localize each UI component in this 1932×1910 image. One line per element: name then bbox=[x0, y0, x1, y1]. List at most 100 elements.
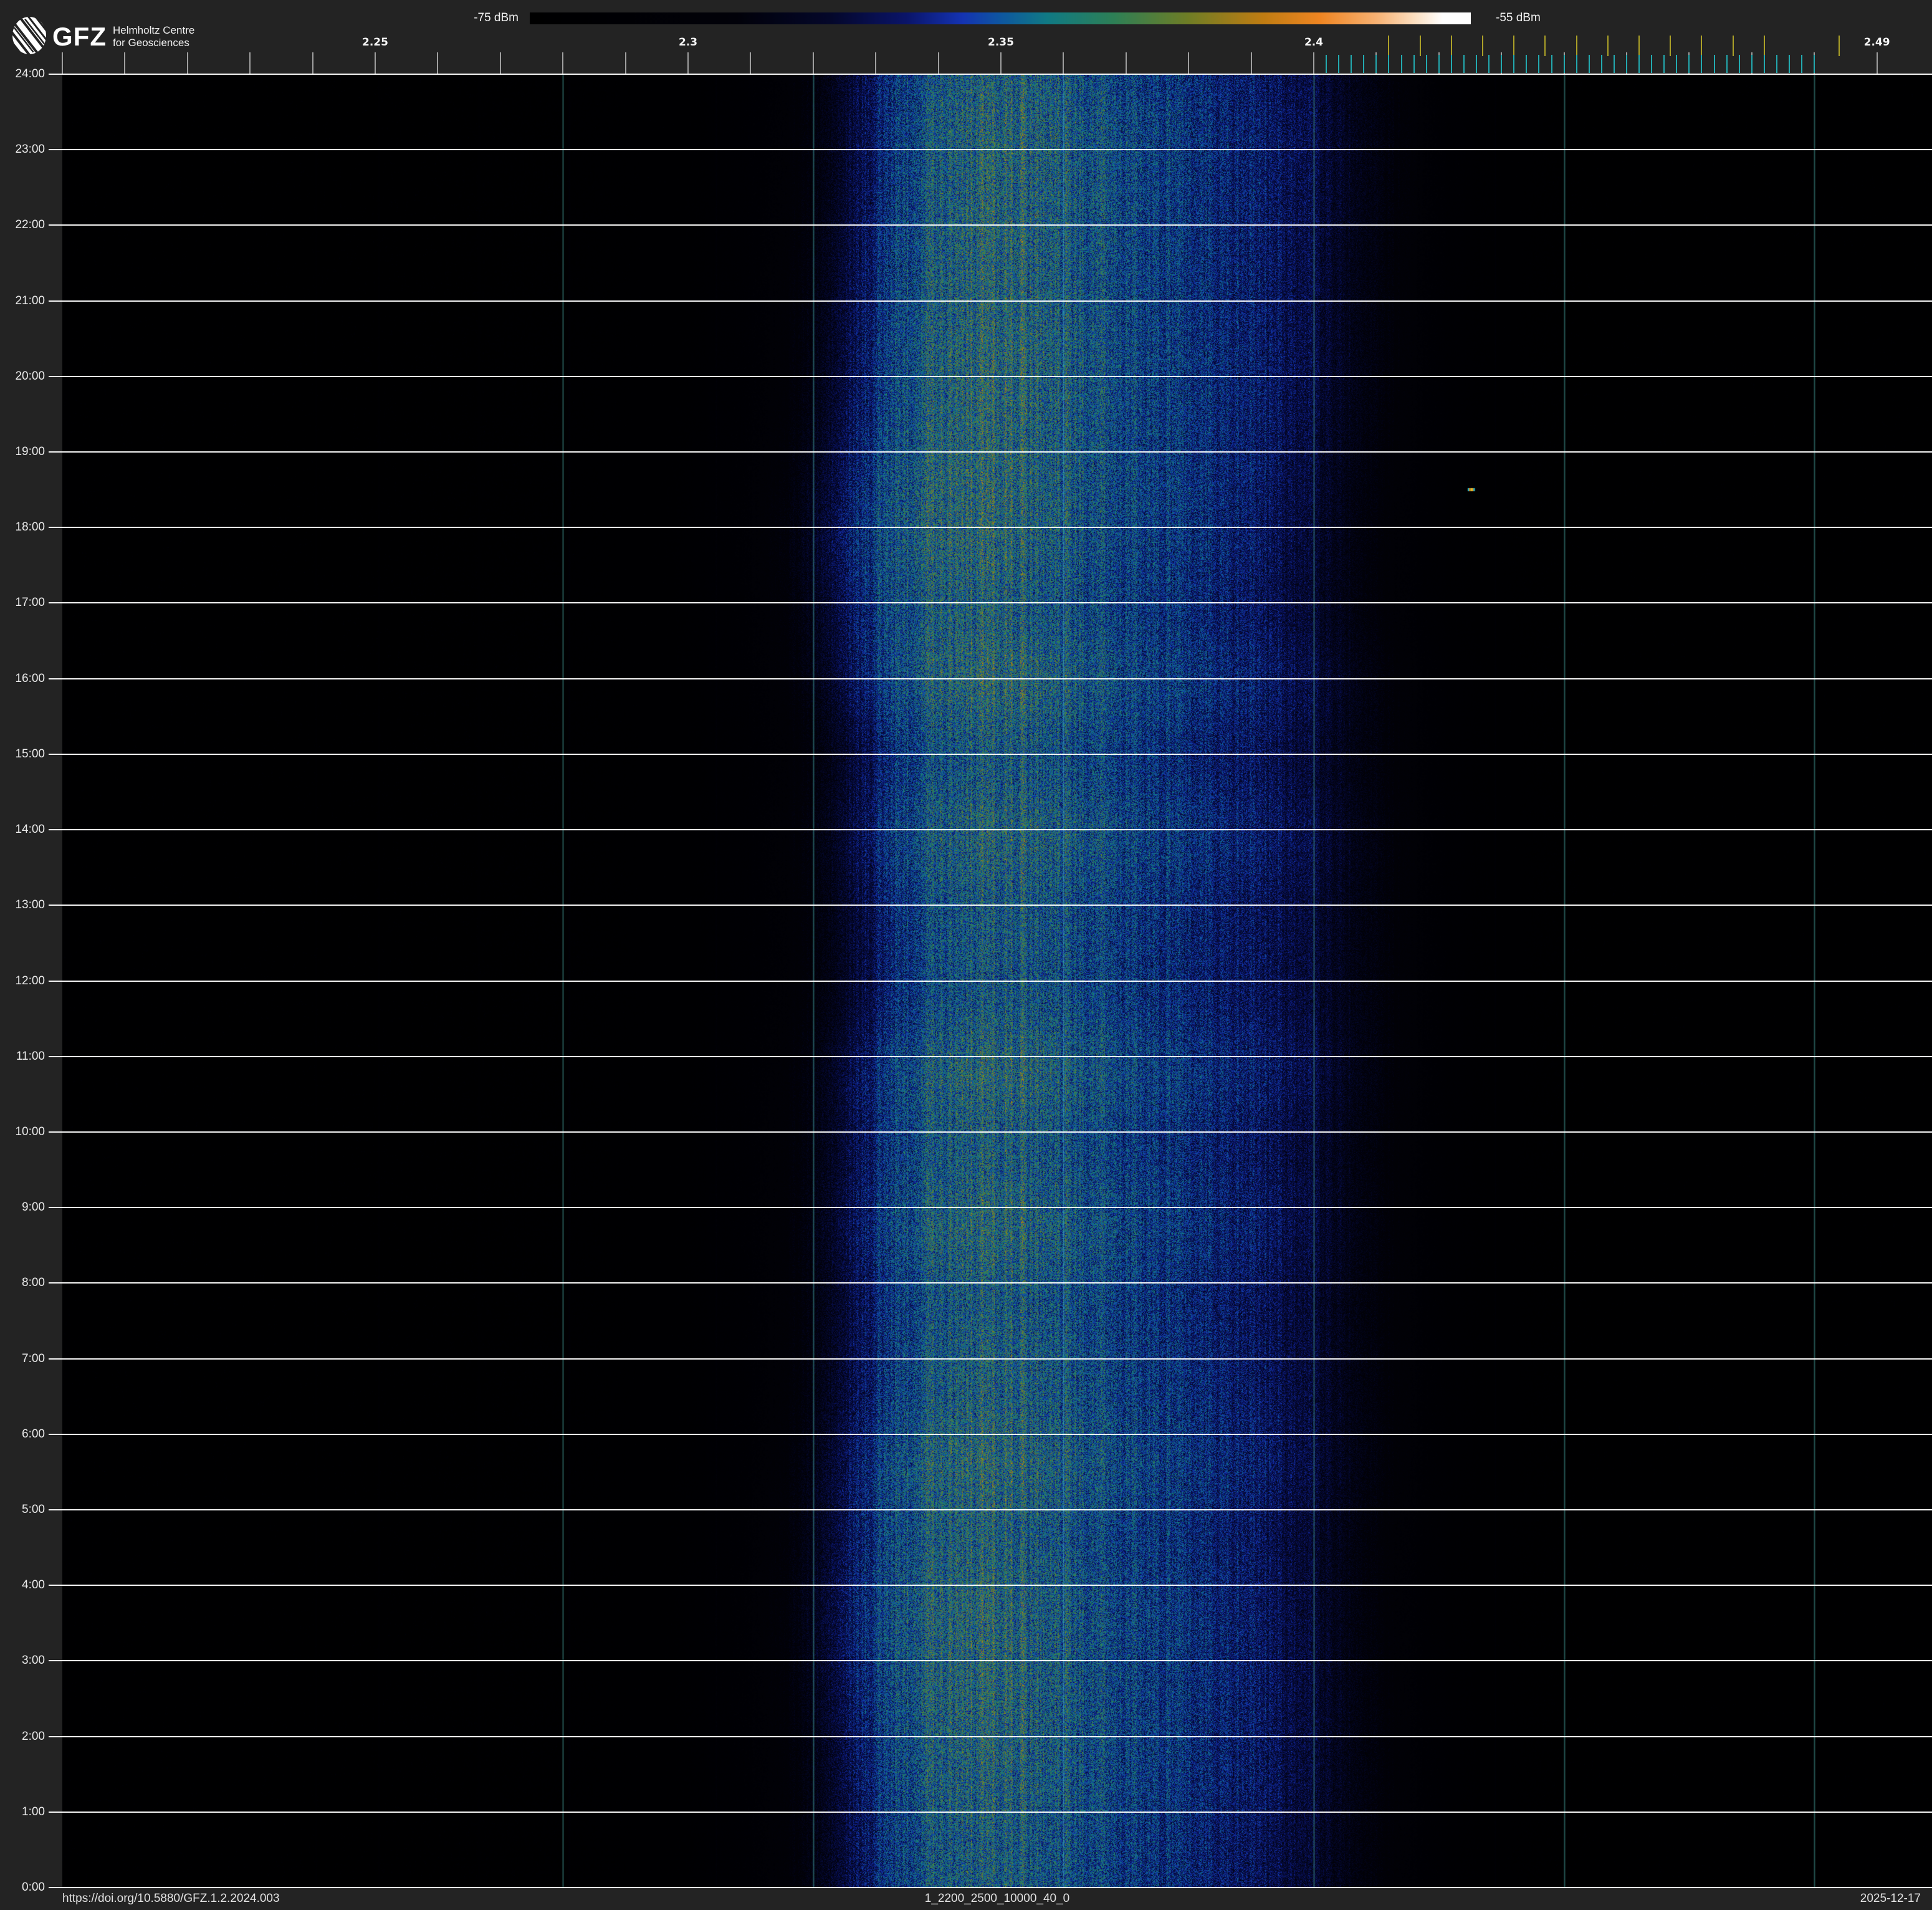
colorbar-min-label: -75 dBm bbox=[405, 11, 519, 26]
time-tick-label: 13:00 bbox=[0, 898, 45, 912]
ble-channel-tick bbox=[1526, 55, 1527, 73]
freq-minor-tick bbox=[500, 52, 501, 74]
ble-channel-tick bbox=[1601, 55, 1602, 73]
freq-minor-tick bbox=[1313, 52, 1314, 74]
freq-minor-tick bbox=[312, 52, 313, 74]
ble-channel-tick bbox=[1338, 55, 1339, 73]
ble-channel-tick bbox=[1614, 55, 1615, 73]
ble-channel-tick bbox=[1501, 55, 1502, 73]
colorbar-max-label: -55 dBm bbox=[1496, 11, 1620, 26]
time-tick-label: 20:00 bbox=[0, 370, 45, 383]
ble-channel-tick bbox=[1326, 55, 1327, 73]
ble-channel-tick bbox=[1438, 55, 1440, 73]
wifi-channel-tick bbox=[1638, 36, 1640, 56]
ble-channel-tick bbox=[1463, 55, 1465, 73]
freq-minor-tick bbox=[375, 52, 376, 74]
ble-channel-tick bbox=[1701, 55, 1702, 73]
freq-minor-tick bbox=[124, 52, 125, 74]
time-tick-label: 0:00 bbox=[0, 1881, 45, 1894]
time-tick-label: 8:00 bbox=[0, 1276, 45, 1290]
ble-channel-tick bbox=[1476, 55, 1477, 73]
time-tick-label: 24:00 bbox=[0, 67, 45, 81]
hour-gridline bbox=[49, 1358, 1932, 1360]
hour-gridline bbox=[49, 1056, 1932, 1057]
hour-gridline bbox=[49, 1736, 1932, 1737]
hour-gridline bbox=[49, 1282, 1932, 1284]
time-tick-label: 21:00 bbox=[0, 294, 45, 308]
ble-channel-tick bbox=[1451, 55, 1452, 73]
ble-channel-tick bbox=[1726, 55, 1728, 73]
ble-channel-tick bbox=[1401, 55, 1402, 73]
footer-doi-text: https://doi.org/10.5880/GFZ.1.2.2024.003 bbox=[62, 1891, 561, 1906]
time-tick-label: 15:00 bbox=[0, 747, 45, 761]
freq-tick-label: 2.25 bbox=[347, 36, 403, 49]
time-tick-label: 22:00 bbox=[0, 218, 45, 232]
hour-gridline bbox=[49, 981, 1932, 982]
time-tick-label: 2:00 bbox=[0, 1730, 45, 1744]
ble-channel-tick bbox=[1576, 55, 1577, 73]
hour-gridline bbox=[49, 224, 1932, 226]
wifi-channel-tick bbox=[1420, 36, 1421, 56]
hour-gridline bbox=[49, 1585, 1932, 1586]
wifi-channel-tick bbox=[1513, 36, 1514, 56]
wifi-channel-tick bbox=[1670, 36, 1671, 56]
footer-dataset-id: 1_2200_2500_10000_40_0 bbox=[686, 1891, 1309, 1906]
freq-minor-tick bbox=[875, 52, 876, 74]
ble-channel-tick bbox=[1676, 55, 1677, 73]
ble-channel-tick bbox=[1638, 55, 1640, 73]
ble-channel-tick bbox=[1714, 55, 1715, 73]
time-tick-label: 3:00 bbox=[0, 1654, 45, 1668]
time-tick-label: 23:00 bbox=[0, 143, 45, 156]
wifi-channel-tick bbox=[1701, 36, 1702, 56]
wifi-channel-tick bbox=[1839, 36, 1840, 56]
hour-gridline bbox=[49, 602, 1932, 603]
freq-minor-tick bbox=[187, 52, 188, 74]
freq-minor-tick bbox=[750, 52, 751, 74]
freq-minor-tick bbox=[562, 52, 563, 74]
tagline-line1: Helmholtz Centre bbox=[113, 24, 194, 37]
wifi-channel-tick bbox=[1388, 36, 1389, 56]
hour-gridline bbox=[49, 149, 1932, 150]
ble-channel-tick bbox=[1363, 55, 1364, 73]
hour-gridline bbox=[49, 1660, 1932, 1661]
ble-channel-tick bbox=[1801, 55, 1802, 73]
ble-channel-tick bbox=[1589, 55, 1590, 73]
time-tick-label: 5:00 bbox=[0, 1503, 45, 1517]
time-tick-label: 11:00 bbox=[0, 1050, 45, 1063]
logo-tagline: Helmholtz Centre for Geosciences bbox=[113, 24, 194, 49]
ble-channel-tick bbox=[1488, 55, 1490, 73]
freq-minor-tick bbox=[813, 52, 814, 74]
time-tick-label: 19:00 bbox=[0, 445, 45, 459]
ble-channel-tick bbox=[1651, 55, 1652, 73]
hour-gridline bbox=[49, 451, 1932, 453]
ble-channel-tick bbox=[1814, 55, 1815, 73]
ble-channel-tick bbox=[1564, 55, 1565, 73]
time-tick-label: 17:00 bbox=[0, 596, 45, 610]
time-tick-label: 9:00 bbox=[0, 1201, 45, 1214]
freq-minor-tick bbox=[625, 52, 626, 74]
hour-gridline bbox=[49, 1434, 1932, 1435]
ble-channel-tick bbox=[1426, 55, 1427, 73]
ble-channel-tick bbox=[1764, 55, 1765, 73]
freq-minor-tick bbox=[437, 52, 438, 74]
hour-gridline bbox=[49, 74, 1932, 75]
hour-gridline bbox=[49, 376, 1932, 377]
time-tick-label: 7:00 bbox=[0, 1352, 45, 1366]
freq-minor-tick bbox=[1126, 52, 1127, 74]
wifi-channel-tick bbox=[1764, 36, 1765, 56]
time-tick-label: 16:00 bbox=[0, 672, 45, 686]
ble-channel-tick bbox=[1739, 55, 1740, 73]
freq-minor-tick bbox=[687, 52, 689, 74]
ble-channel-tick bbox=[1626, 55, 1627, 73]
time-tick-label: 10:00 bbox=[0, 1125, 45, 1139]
ble-channel-tick bbox=[1351, 55, 1352, 73]
logo-wordmark: GFZ bbox=[52, 22, 107, 52]
hour-gridline bbox=[49, 1887, 1932, 1888]
freq-minor-tick bbox=[249, 52, 251, 74]
freq-tick-label: 2.35 bbox=[973, 36, 1029, 49]
freq-minor-tick bbox=[1188, 52, 1189, 74]
hour-gridline bbox=[49, 1207, 1932, 1208]
time-tick-label: 18:00 bbox=[0, 521, 45, 534]
ble-channel-tick bbox=[1789, 55, 1790, 73]
ble-channel-tick bbox=[1538, 55, 1539, 73]
